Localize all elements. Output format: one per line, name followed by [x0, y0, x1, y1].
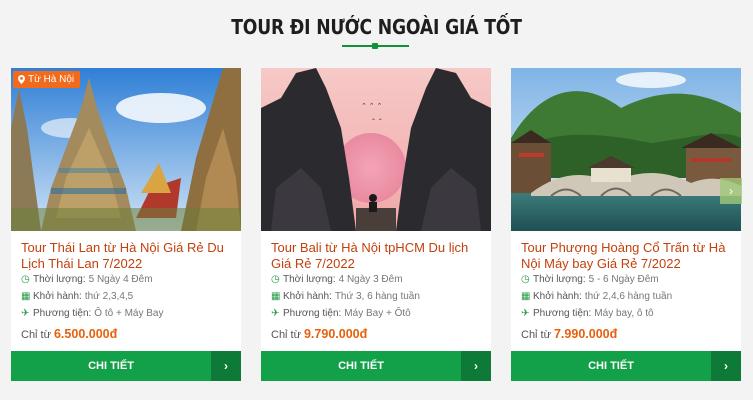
detail-button-label: CHI TIẾT	[338, 360, 384, 372]
calendar-icon: ▦	[271, 291, 281, 302]
plane-icon: ✈	[271, 308, 280, 319]
detail-button-label: CHI TIẾT	[588, 360, 634, 372]
transport-value: Ô tô + Máy Bay	[94, 308, 164, 319]
duration-label: Thời lượng:	[533, 274, 586, 285]
duration-row: ◷ Thời lượng: 5 - 6 Ngày Đêm	[521, 274, 741, 286]
depart-row: ▦ Khởi hành: Thứ 3, 6 hàng tuần	[271, 291, 491, 303]
tour-image-bali[interactable]: ⌃ ⌃ ⌃ ⌃ ⌃	[261, 68, 491, 231]
plane-icon: ✈	[521, 308, 530, 319]
duration-row: ◷ Thời lượng: 5 Ngày 4 Đêm	[21, 274, 241, 286]
depart-value: thứ 2,3,4,5	[84, 291, 134, 302]
calendar-icon: ▦	[521, 291, 531, 302]
clock-icon: ◷	[271, 274, 280, 285]
transport-label: Phương tiện:	[33, 308, 92, 319]
transport-row: ✈ Phương tiện: Máy bay, ô tô	[521, 308, 741, 320]
price-row: Chỉ từ 6.500.000đ	[21, 327, 117, 341]
price-value: 9.790.000đ	[303, 327, 368, 341]
duration-value: 4 Ngày 3 Đêm	[338, 274, 403, 285]
chevron-right-icon[interactable]: ›	[711, 351, 741, 381]
price-label: Chỉ từ	[21, 329, 51, 341]
transport-label: Phương tiện:	[533, 308, 592, 319]
detail-button[interactable]: CHI TIẾT ›	[11, 351, 241, 381]
transport-row: ✈ Phương tiện: Máy Bay + Ôtô	[271, 308, 491, 320]
price-value: 6.500.000đ	[53, 327, 118, 341]
calendar-icon: ▦	[21, 291, 31, 302]
detail-button[interactable]: CHI TIẾT ›	[511, 351, 741, 381]
tour-card-phuong-hoang[interactable]: Tour Phượng Hoàng Cổ Trấn từ Hà Nội Máy …	[511, 68, 741, 381]
chevron-right-icon[interactable]: ›	[211, 351, 241, 381]
tour-card-thailand[interactable]: Từ Hà Nội Tour Thái Lan từ Hà Nội Giá Rẻ…	[11, 68, 241, 381]
tour-image-thailand[interactable]: Từ Hà Nội	[11, 68, 241, 231]
tour-title[interactable]: Tour Phượng Hoàng Cổ Trấn từ Hà Nội Máy …	[521, 240, 735, 272]
transport-label: Phương tiện:	[283, 308, 342, 319]
clock-icon: ◷	[21, 274, 30, 285]
clock-icon: ◷	[521, 274, 530, 285]
duration-label: Thời lượng:	[33, 274, 86, 285]
price-row: Chỉ từ 7.990.000đ	[521, 327, 617, 341]
price-label: Chỉ từ	[271, 329, 301, 341]
location-badge: Từ Hà Nội	[13, 71, 81, 88]
detail-button[interactable]: CHI TIẾT ›	[261, 351, 491, 381]
transport-value: Máy Bay + Ôtô	[344, 308, 411, 319]
svg-text:⌃ ⌃ ⌃: ⌃ ⌃ ⌃	[361, 103, 383, 110]
depart-label: Khởi hành:	[283, 291, 332, 302]
title-divider	[342, 43, 409, 49]
transport-row: ✈ Phương tiện: Ô tô + Máy Bay	[21, 308, 241, 320]
duration-label: Thời lượng:	[283, 274, 336, 285]
duration-row: ◷ Thời lượng: 4 Ngày 3 Đêm	[271, 274, 491, 286]
depart-value: Thứ 3, 6 hàng tuần	[334, 291, 420, 302]
depart-row: ▦ Khởi hành: thứ 2,4,6 hàng tuần	[521, 291, 741, 303]
duration-value: 5 Ngày 4 Đêm	[88, 274, 153, 285]
tour-image-phuong-hoang[interactable]	[511, 68, 741, 231]
price-value: 7.990.000đ	[553, 327, 618, 341]
badge-label: Từ Hà Nội	[28, 74, 75, 85]
chevron-right-icon: ›	[729, 184, 733, 198]
map-pin-icon	[18, 75, 25, 84]
chevron-right-icon[interactable]: ›	[461, 351, 491, 381]
detail-button-label: CHI TIẾT	[88, 360, 134, 372]
tour-title[interactable]: Tour Thái Lan từ Hà Nội Giá Rẻ Du Lịch T…	[21, 240, 235, 272]
duration-value: 5 - 6 Ngày Đêm	[588, 274, 659, 285]
depart-row: ▦ Khởi hành: thứ 2,3,4,5	[21, 291, 241, 303]
depart-value: thứ 2,4,6 hàng tuần	[584, 291, 673, 302]
tour-card-bali[interactable]: ⌃ ⌃ ⌃ ⌃ ⌃ Tour Bali từ Hà Nội tpHCM Du l…	[261, 68, 491, 381]
price-label: Chỉ từ	[521, 329, 551, 341]
transport-value: Máy bay, ô tô	[594, 308, 654, 319]
depart-label: Khởi hành:	[33, 291, 82, 302]
slider-next-button[interactable]: ›	[720, 178, 742, 204]
svg-text:⌃ ⌃: ⌃ ⌃	[371, 118, 383, 125]
plane-icon: ✈	[21, 308, 30, 319]
price-row: Chỉ từ 9.790.000đ	[271, 327, 367, 341]
tour-title[interactable]: Tour Bali từ Hà Nội tpHCM Du lịch Giá Rẻ…	[271, 240, 485, 272]
section-title: TOUR ĐI NƯỚC NGOÀI GIÁ TỐT	[231, 15, 522, 39]
depart-label: Khởi hành:	[533, 291, 582, 302]
